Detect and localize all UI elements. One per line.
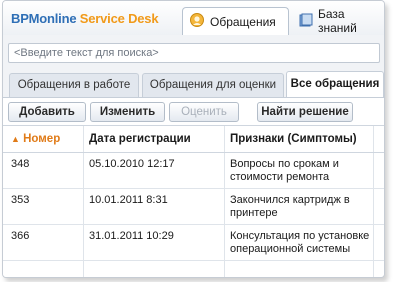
table-row[interactable]: 366 31.01.2011 10:29 Консультация по уст…: [3, 225, 384, 261]
cell-symptoms-line: Закончился картридж в: [230, 194, 350, 206]
app-logo: BPMonline Service Desk: [11, 11, 159, 26]
cell-number: 353: [11, 194, 30, 206]
app-window: BPMonline Service Desk Обращения База зн…: [2, 0, 385, 278]
cell-date: 31.01.2011 10:29: [89, 230, 174, 242]
tab-requests[interactable]: Обращения: [182, 7, 289, 35]
top-bar: BPMonline Service Desk Обращения База зн…: [3, 1, 384, 35]
cell-number: 366: [11, 230, 30, 242]
column-header-number-label: Номер: [23, 133, 61, 145]
tab-knowledge-base-label: База знаний: [318, 7, 357, 35]
subtab-all-requests[interactable]: Все обращения: [286, 71, 384, 97]
table-header: ▲ Номер Дата регистрации Признаки (Симпт…: [3, 125, 384, 153]
find-solution-button[interactable]: Найти решение: [257, 102, 353, 122]
subtab-bar: Обращения в работе Обращения для оценки …: [3, 71, 384, 97]
subtab-in-progress[interactable]: Обращения в работе: [9, 73, 139, 97]
rate-button[interactable]: Оценить: [169, 102, 239, 122]
cell-symptoms-line: Вопросы по срокам и: [230, 158, 339, 170]
add-button[interactable]: Добавить: [8, 102, 86, 122]
tab-knowledge-base[interactable]: База знаний: [291, 7, 383, 35]
column-header-number[interactable]: ▲ Номер: [11, 133, 60, 145]
cell-date: 05.10.2010 12:17: [89, 158, 175, 170]
cell-symptoms-line: принтере: [230, 207, 278, 219]
cell-symptoms-line: стоимости ремонта: [230, 171, 330, 183]
cell-symptoms: Вопросы по срокам и стоимости ремонта: [230, 158, 380, 184]
toolbar: Добавить Изменить Оценить Найти решение: [3, 97, 384, 126]
cell-number: 348: [11, 158, 30, 170]
column-header-symptoms[interactable]: Признаки (Симптомы): [230, 133, 357, 145]
table-row[interactable]: 348 05.10.2010 12:17 Вопросы по срокам и…: [3, 153, 384, 189]
knowledge-base-icon: [299, 13, 313, 30]
cell-symptoms-line: операционной системы: [230, 243, 351, 255]
cell-date: 10.01.2011 8:31: [89, 194, 168, 206]
cell-symptoms: Закончился картридж в принтере: [230, 194, 380, 220]
edit-button[interactable]: Изменить: [90, 102, 165, 122]
brand-suffix: Service Desk: [79, 11, 159, 26]
requests-table: ▲ Номер Дата регистрации Признаки (Симпт…: [3, 125, 384, 277]
support-agent-icon: [189, 12, 205, 31]
column-header-date[interactable]: Дата регистрации: [89, 133, 191, 145]
subtab-for-rating[interactable]: Обращения для оценки: [142, 73, 284, 97]
search-input[interactable]: <Введите текст для поиска>: [8, 43, 380, 63]
brand-name: BPMonline: [11, 11, 77, 26]
cell-symptoms-line: Консультация по установке: [230, 230, 370, 242]
table-row[interactable]: 353 10.01.2011 8:31 Закончился картридж …: [3, 189, 384, 225]
sort-asc-icon: ▲: [11, 134, 20, 144]
cell-symptoms: Консультация по установке операционной си…: [230, 230, 380, 256]
tab-requests-label: Обращения: [210, 14, 276, 29]
